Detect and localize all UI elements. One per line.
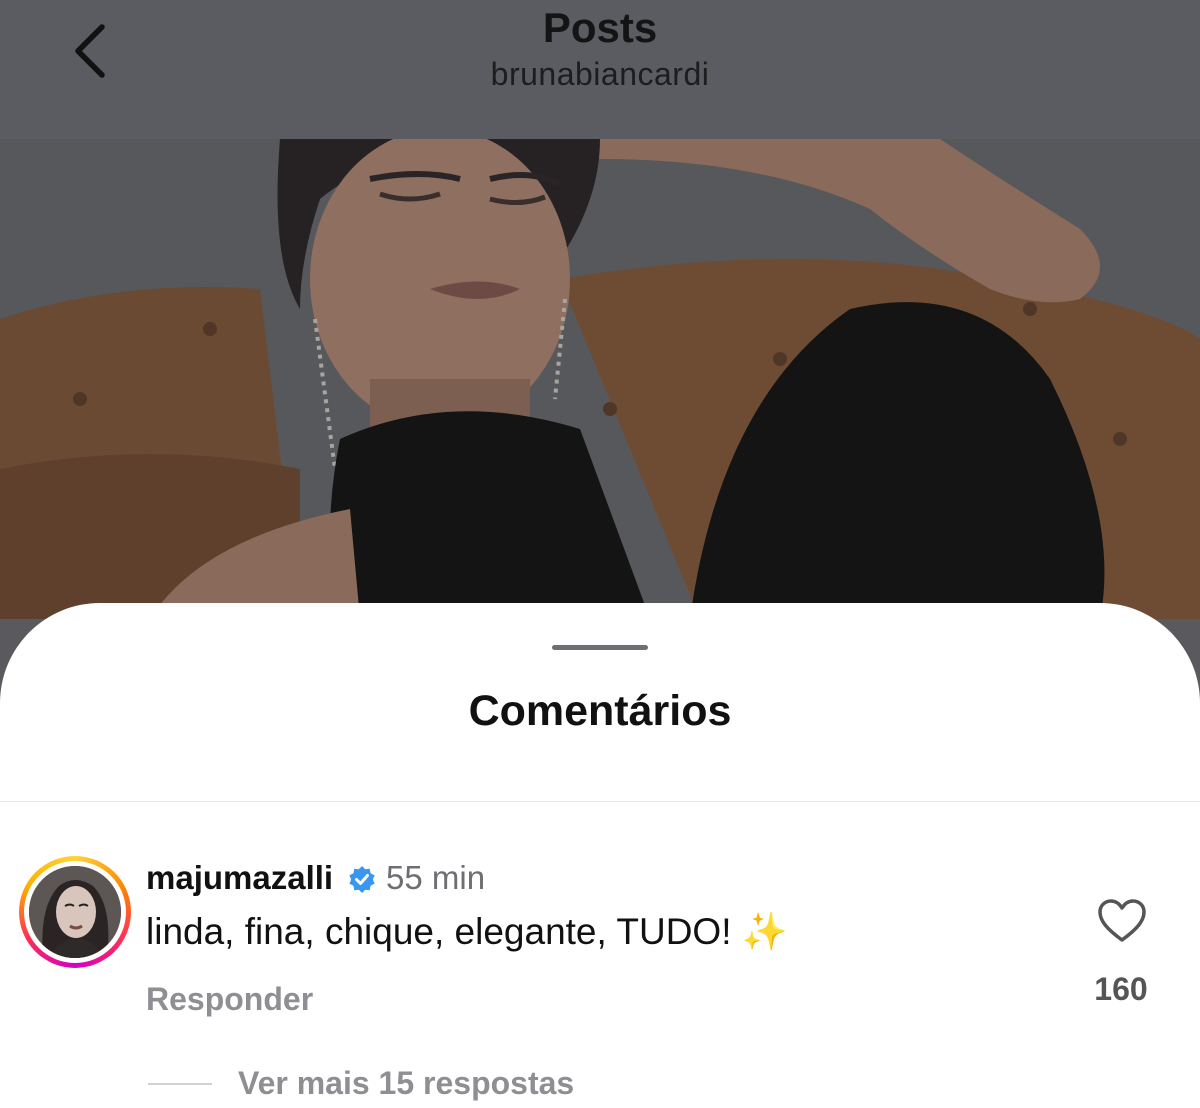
- post-photo[interactable]: [0, 139, 1200, 619]
- divider: [0, 801, 1200, 802]
- sheet-drag-handle[interactable]: [552, 645, 648, 650]
- replies-divider: [148, 1083, 212, 1085]
- verified-badge-icon: [349, 866, 375, 893]
- heart-icon[interactable]: [1097, 898, 1147, 944]
- comment-time: 55 min: [386, 859, 486, 896]
- sheet-title: Comentários: [468, 687, 732, 735]
- reply-button[interactable]: Responder: [146, 981, 313, 1018]
- comment-body: linda, fina, chique, elegante, TUDO!: [146, 911, 742, 952]
- avatar: [29, 866, 121, 958]
- sparkles-emoji: ✨: [741, 911, 788, 952]
- avatar-story-ring[interactable]: [19, 856, 131, 968]
- like-count: 160: [1094, 971, 1148, 1007]
- comment-username[interactable]: majumazalli: [146, 859, 333, 897]
- profile-username[interactable]: brunabiancardi: [0, 56, 1200, 93]
- top-bar: Posts brunabiancardi: [0, 0, 1200, 139]
- view-more-replies-button[interactable]: Ver mais 15 respostas: [238, 1065, 574, 1102]
- page-title: Posts: [542, 4, 658, 51]
- comment-text: linda, fina, chique, elegante, TUDO! ✨: [146, 911, 788, 954]
- comments-sheet: Comentários majumazalli 55 min linda, fi…: [0, 603, 1200, 1108]
